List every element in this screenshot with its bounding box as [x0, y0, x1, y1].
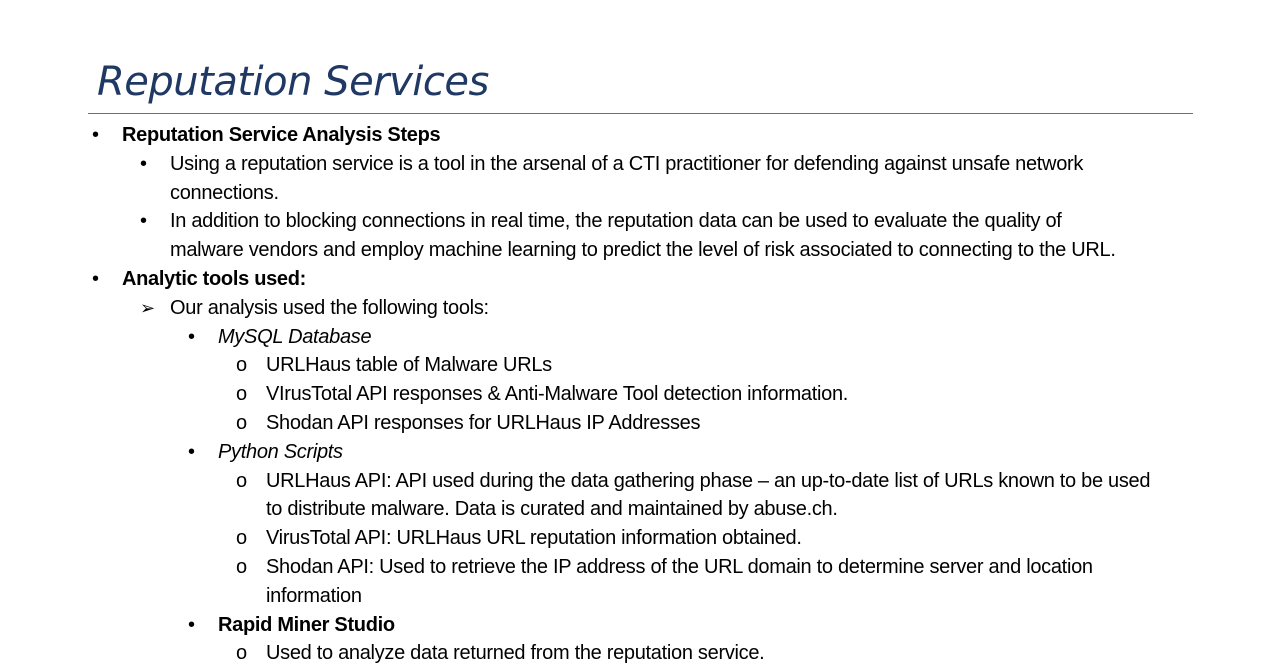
tool-heading-rapid-miner: • Rapid Miner Studio [0, 611, 1280, 640]
bullet-icon: • [140, 152, 147, 175]
list-item-line: Shodan API responses for URLHaus IP Addr… [266, 411, 701, 434]
list-item-line: malware vendors and employ machine learn… [170, 239, 1116, 262]
list-item-line: VirusTotal API: URLHaus URL reputation i… [266, 527, 802, 550]
list-item-line: VIrusTotal API responses & Anti-Malware … [266, 383, 849, 406]
bullet-icon: • [188, 440, 195, 463]
list-item: o URLHaus table of Malware URLs [0, 351, 1280, 380]
list-item: o VIrusTotal API responses & Anti-Malwar… [0, 380, 1280, 409]
section-heading-text: Analytic tools used: [122, 267, 307, 290]
list-item: • In addition to blocking connections in… [0, 207, 1280, 265]
bullet-icon: • [140, 210, 147, 233]
list-item-line: information [266, 584, 362, 607]
list-item-line: In addition to blocking connections in r… [170, 210, 1062, 233]
tools-intro: ➢ Our analysis used the following tools: [0, 294, 1280, 323]
list-item: • Using a reputation service is a tool i… [0, 150, 1280, 208]
list-item-line: URLHaus API: API used during the data ga… [266, 469, 1151, 492]
list-item-line: Using a reputation service is a tool in … [170, 152, 1084, 175]
section-heading-analytic-tools: • Analytic tools used: [0, 265, 1280, 294]
circle-bullet-icon: o [236, 642, 247, 665]
circle-bullet-icon: o [236, 354, 247, 377]
slide-title: Reputation Services [97, 59, 489, 105]
circle-bullet-icon: o [236, 383, 247, 406]
section-heading-text: Reputation Service Analysis Steps [122, 124, 441, 146]
tool-name: MySQL Database [218, 325, 372, 348]
circle-bullet-icon: o [236, 469, 247, 492]
tools-intro-text: Our analysis used the following tools: [170, 296, 489, 319]
list-item-line: to distribute malware. Data is curated a… [266, 498, 838, 521]
bullet-icon: • [92, 267, 99, 290]
tool-name: Rapid Miner Studio [218, 613, 395, 636]
tool-heading-python: • Python Scripts [0, 438, 1280, 467]
title-divider [88, 113, 1193, 114]
circle-bullet-icon: o [236, 411, 247, 434]
circle-bullet-icon: o [236, 555, 247, 578]
tool-heading-mysql: • MySQL Database [0, 323, 1280, 352]
list-item-line: URLHaus table of Malware URLs [266, 354, 552, 377]
section-heading-analysis-steps: • Reputation Service Analysis Steps [0, 121, 1280, 150]
list-item-line: Shodan API: Used to retrieve the IP addr… [266, 555, 1093, 578]
slide-content: • Reputation Service Analysis Steps • Us… [0, 121, 1280, 668]
bullet-icon: • [188, 613, 195, 636]
bullet-icon: • [92, 124, 99, 146]
circle-bullet-icon: o [236, 527, 247, 550]
list-item: o Shodan API: Used to retrieve the IP ad… [0, 553, 1280, 611]
bullet-icon: • [188, 325, 195, 348]
list-item-line: Used to analyze data returned from the r… [266, 642, 765, 665]
list-item: o Used to analyze data returned from the… [0, 639, 1280, 668]
list-item: o VirusTotal API: URLHaus URL reputation… [0, 524, 1280, 553]
arrow-icon: ➢ [140, 297, 155, 318]
list-item: o URLHaus API: API used during the data … [0, 467, 1280, 525]
list-item-line: connections. [170, 181, 279, 204]
tool-name: Python Scripts [218, 440, 343, 463]
list-item: o Shodan API responses for URLHaus IP Ad… [0, 409, 1280, 438]
